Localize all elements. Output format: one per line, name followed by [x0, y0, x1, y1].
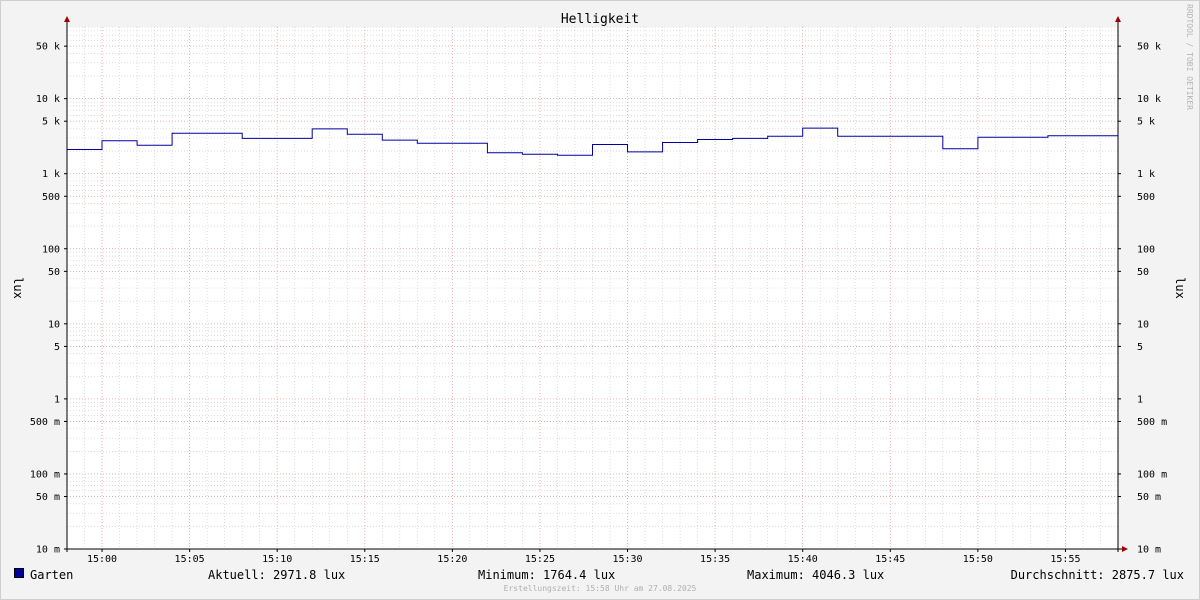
y-tick-label-right: 500 m [1137, 417, 1167, 428]
legend-current: Aktuell: 2971.8 lux [208, 568, 346, 582]
y-tick-label-left: 500 m [30, 417, 60, 428]
x-tick-label: 15:05 [175, 554, 205, 565]
x-tick-label: 15:10 [262, 554, 292, 565]
watermark: RRDTOOL / TOBI OETIKER [1185, 4, 1194, 110]
legend-swatch [14, 568, 24, 578]
y-tick-label-left: 1 [54, 394, 60, 405]
y-tick-label-right: 10 k [1137, 94, 1161, 105]
y-tick-label-left: 100 [42, 244, 60, 255]
x-tick-label: 15:35 [700, 554, 730, 565]
y-tick-label-right: 1 k [1137, 169, 1155, 180]
y-tick-label-left: 10 m [36, 545, 60, 556]
x-tick-label: 15:45 [875, 554, 905, 565]
y-axis-label-left: lux [11, 277, 25, 299]
x-tick-label: 15:00 [87, 554, 117, 565]
y-tick-label-right: 100 m [1137, 469, 1167, 480]
y-tick-label-right: 500 [1137, 192, 1155, 203]
helligkeit-chart: 10 m 50 m 100 m 500 m 1 5 10 50 100 500 1 k 5 k 10 k… [11, 4, 1194, 565]
y-tick-label-left: 5 k [42, 117, 60, 128]
y-tick-label-right: 100 [1137, 244, 1155, 255]
legend: Garten Aktuell: 2971.8 lux Minimum: 1764… [14, 568, 1186, 584]
x-axis-arrow [1122, 546, 1128, 552]
y-tick-label-left: 50 k [36, 42, 60, 53]
y-axis-arrow-left [64, 16, 70, 22]
x-tick-label: 15:25 [525, 554, 555, 565]
y-tick-label-right: 1 [1137, 394, 1143, 405]
y-tick-label-right: 50 [1137, 267, 1149, 278]
creation-timestamp: Erstellungszeit: 15:58 Uhr am 27.08.2025 [503, 584, 697, 593]
x-tick-label: 15:55 [1050, 554, 1080, 565]
y-axis-label-right: lux [1173, 277, 1187, 299]
chart-title: Helligkeit [561, 12, 639, 27]
y-axis-arrow-right [1115, 16, 1121, 22]
legend-minimum: Minimum: 1764.4 lux [478, 568, 616, 582]
y-tick-label-right: 10 m [1137, 545, 1161, 556]
y-tick-label-right: 50 k [1137, 42, 1161, 53]
x-tick-label: 15:20 [437, 554, 467, 565]
x-tick-label: 15:50 [963, 554, 993, 565]
y-tick-label-left: 10 [48, 319, 60, 330]
y-tick-label-left: 500 [42, 192, 60, 203]
y-tick-label-left: 1 k [42, 169, 60, 180]
y-tick-label-left: 5 [54, 342, 60, 353]
y-tick-label-right: 5 [1137, 342, 1143, 353]
y-tick-label-left: 50 [48, 267, 60, 278]
y-tick-label-right: 10 [1137, 319, 1149, 330]
x-tick-labels: 15:00 15:05 15:10 15:15 15:20 15:25 15:30 15:35… [87, 554, 1081, 565]
y-tick-label-left: 50 m [36, 492, 60, 503]
x-tick-label: 15:30 [612, 554, 642, 565]
y-tick-label-left: 10 k [36, 94, 60, 105]
x-tick-label: 15:40 [788, 554, 818, 565]
y-tick-label-left: 100 m [30, 469, 60, 480]
y-tick-label-right: 50 m [1137, 492, 1161, 503]
y-tick-labels-left: 10 m 50 m 100 m 500 m 1 5 10 50 100 500 1 k 5 k 10 k… [30, 42, 60, 556]
legend-average: Durchschnitt: 2875.7 lux [1010, 568, 1184, 582]
legend-series-name: Garten [30, 568, 74, 582]
y-tick-label-right: 5 k [1137, 117, 1155, 128]
legend-maximum: Maximum: 4046.3 lux [747, 568, 885, 582]
x-tick-label: 15:15 [350, 554, 380, 565]
y-tick-labels-right: 10 m 50 m 100 m 500 m 1 5 10 50 100 500 1 k 5 k 10 k… [1137, 42, 1167, 556]
